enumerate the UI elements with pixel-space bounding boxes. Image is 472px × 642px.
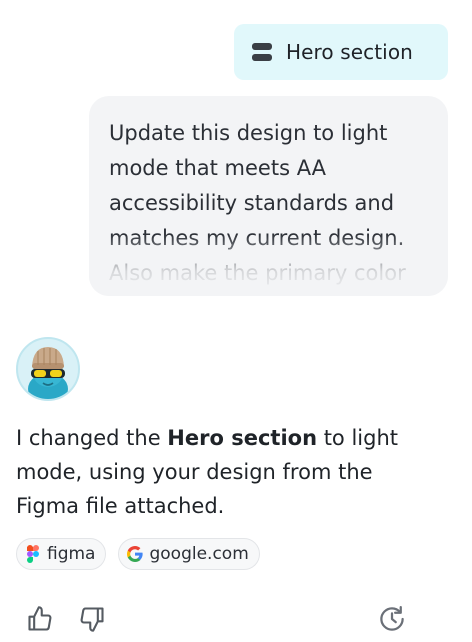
source-label-figma: figma bbox=[47, 544, 96, 564]
avatar bbox=[16, 337, 80, 401]
source-list: figma google.com bbox=[16, 538, 260, 570]
user-message-bubble: Update this design to light mode that me… bbox=[89, 96, 448, 296]
history-button[interactable] bbox=[376, 603, 408, 635]
thumbs-down-button[interactable] bbox=[76, 603, 108, 635]
thumbs-down-icon bbox=[80, 607, 104, 632]
thumbs-up-icon bbox=[28, 606, 52, 631]
assistant-message: I changed the Hero section to light mode… bbox=[16, 421, 436, 523]
assistant-message-before: I changed the bbox=[16, 426, 168, 450]
source-chip-google[interactable]: google.com bbox=[118, 538, 260, 570]
source-chip-figma[interactable]: figma bbox=[16, 538, 107, 570]
assistant-message-bold: Hero section bbox=[167, 426, 318, 450]
thumbs-up-button[interactable] bbox=[24, 603, 56, 635]
chat-page: Hero section Update this design to light… bbox=[0, 0, 472, 642]
figma-icon bbox=[25, 545, 41, 563]
section-icon bbox=[252, 42, 272, 62]
user-message-text: Update this design to light mode that me… bbox=[109, 121, 406, 285]
history-icon bbox=[380, 606, 404, 631]
google-icon bbox=[127, 545, 144, 563]
source-label-google: google.com bbox=[149, 544, 249, 564]
section-chip[interactable]: Hero section bbox=[234, 24, 448, 80]
section-chip-label: Hero section bbox=[286, 40, 413, 64]
avatar-character-icon bbox=[28, 347, 68, 399]
